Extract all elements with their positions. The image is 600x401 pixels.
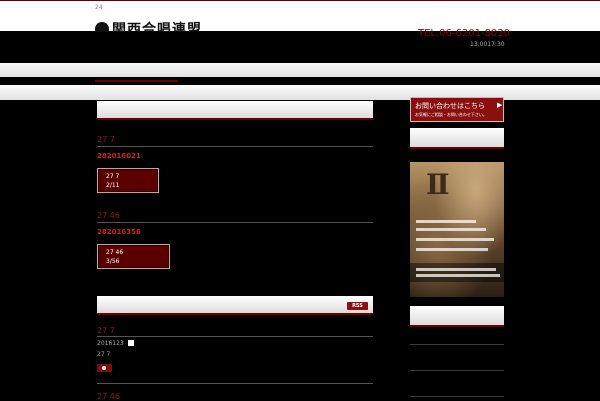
poster-text-line [416, 274, 500, 277]
poster-text-line [416, 238, 494, 241]
sidebar-divider [410, 396, 504, 397]
contact-title: お問い合わせはこちら [415, 102, 485, 110]
logo-mark-icon [95, 22, 109, 32]
news-divider [97, 383, 373, 384]
poster-logo: Ⅱ [426, 168, 450, 201]
arrow-circle-icon: ▶ [497, 101, 503, 109]
post-info-box[interactable]: 27 46 3/56 [97, 244, 170, 269]
sidebar-divider [410, 344, 504, 345]
post-date: 27 7 [97, 135, 115, 144]
global-nav[interactable] [0, 63, 600, 77]
header-tel[interactable]: TEL.06-6201-8030 [418, 28, 510, 39]
read-more-button[interactable] [97, 364, 112, 372]
post-info-line2: 2/11 [106, 182, 120, 189]
contact-banner[interactable]: お問い合わせはこちら ▶ お気軽にご相談・お問い合わせ下さい。 [410, 97, 504, 122]
top-header-strip: 24 [0, 0, 600, 31]
news-divider [97, 336, 373, 337]
news-section-heading [97, 296, 373, 315]
nav-active-indicator [95, 80, 178, 82]
post-info-line2: 3/56 [106, 258, 120, 265]
news-summary: 27 7 [97, 351, 111, 358]
poster-text-line [416, 248, 488, 251]
site-logo[interactable]: 関西合唱連盟 [95, 20, 255, 32]
sidebar-widget-heading [410, 128, 504, 149]
news-checkbox[interactable] [128, 340, 134, 346]
post-divider [97, 222, 373, 223]
post-title[interactable]: 282016356 [97, 228, 141, 236]
logo-text: 関西合唱連盟 [112, 22, 202, 32]
poster-bottom-band [410, 263, 504, 282]
header-top-number: 24 [95, 4, 103, 11]
sub-nav[interactable] [0, 85, 600, 100]
main-section-heading [97, 101, 373, 120]
post-title[interactable]: 282016021 [97, 152, 141, 160]
post-divider [97, 146, 373, 147]
header-hours: 13:0017:30 [470, 41, 505, 48]
rss-button[interactable]: RSS [347, 302, 368, 310]
news-date: 27 7 [97, 326, 115, 335]
poster-text-line [416, 228, 486, 231]
sidebar-widget-heading [410, 306, 504, 327]
post-info-line1: 27 46 [106, 249, 124, 256]
news-meta: 2016123 [97, 340, 124, 347]
sidebar-divider [410, 370, 504, 371]
post-info-line1: 27 7 [106, 173, 120, 180]
contact-subtitle: お気軽にご相談・お問い合わせ下さい。 [415, 112, 487, 117]
poster-text-line [416, 220, 476, 223]
poster-text-line [416, 268, 496, 271]
concert-poster-image[interactable]: Ⅱ [410, 162, 504, 297]
post-date: 27 46 [97, 211, 120, 220]
post-info-box[interactable]: 27 7 2/11 [97, 168, 159, 193]
